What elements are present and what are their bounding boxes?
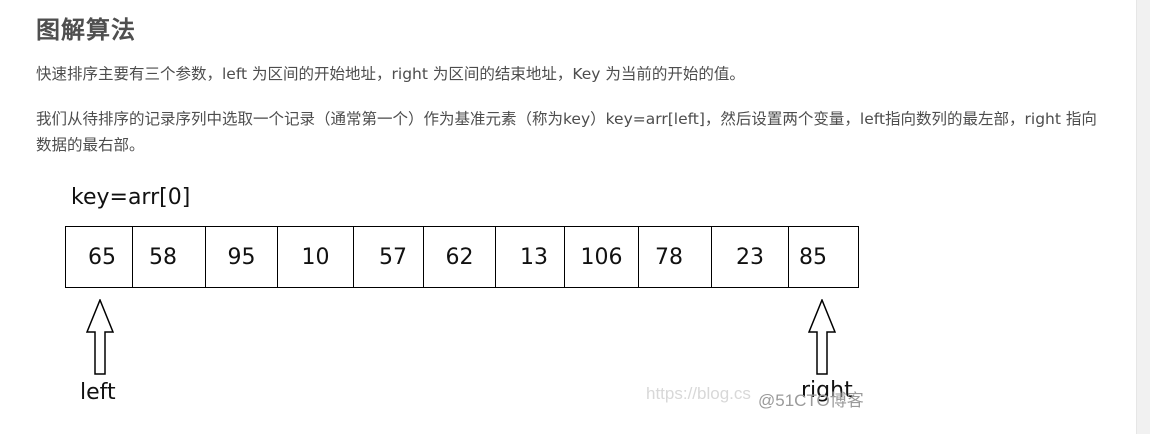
array-cell: 85 <box>799 244 827 270</box>
watermark-url: https://blog.cs <box>646 384 751 403</box>
array-cell: 78 <box>639 227 712 287</box>
paragraph-pivot: 我们从待排序的记录序列中选取一个记录（通常第一个）作为基准元素（称为key）ke… <box>36 110 1097 154</box>
array-cell: 10 <box>278 227 354 287</box>
watermark-brand: @51CTO博客 <box>758 391 864 410</box>
key-label: key=arr[0] <box>71 185 191 210</box>
left-pointer-label: left <box>80 380 116 405</box>
array-cell: 23 <box>712 227 789 287</box>
section-heading: 图解算法 <box>36 16 136 44</box>
left-pointer-up-arrow-icon <box>86 299 114 375</box>
array-row: 65 58 95 10 57 62 13 106 78 23 85 <box>65 226 859 288</box>
array-cell: 106 <box>565 227 639 287</box>
array-cell: 95 <box>206 227 278 287</box>
array-cell: 58 <box>133 227 206 287</box>
right-pointer-up-arrow-icon <box>808 299 836 375</box>
array-cell: 57 <box>354 227 424 287</box>
vertical-scrollbar[interactable] <box>1136 0 1150 434</box>
array-cell: 62 <box>424 227 496 287</box>
array-cell: 13 <box>496 227 565 287</box>
quicksort-diagram: key=arr[0] 65 58 95 10 57 62 13 106 78 2… <box>60 182 880 422</box>
paragraph-parameters: 快速排序主要有三个参数，left 为区间的开始地址，right 为区间的结束地址… <box>36 65 745 83</box>
array-cell: 65 <box>66 227 133 287</box>
